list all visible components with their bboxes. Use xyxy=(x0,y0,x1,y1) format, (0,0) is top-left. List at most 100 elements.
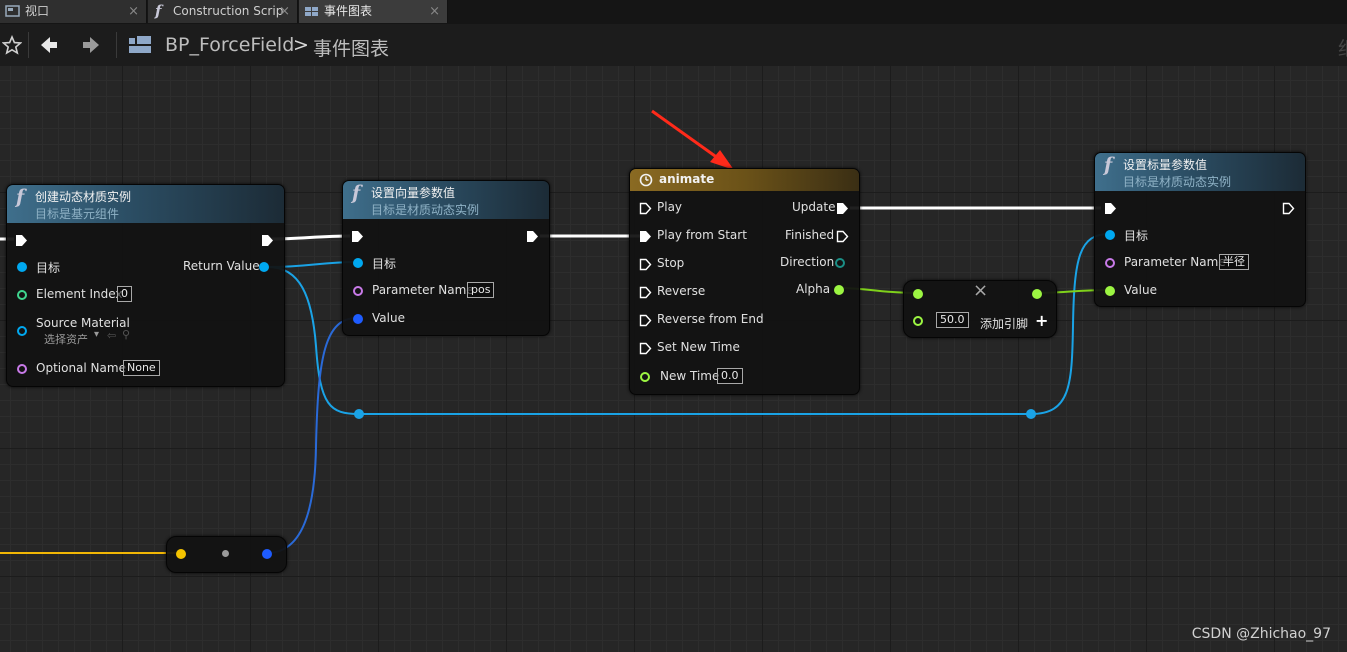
exec-play-from-start-pin[interactable] xyxy=(639,230,652,243)
close-icon[interactable]: × xyxy=(279,0,290,23)
target-label: 目标 xyxy=(1124,229,1149,243)
exec-out-pin[interactable] xyxy=(261,234,274,247)
parameter-name-pin[interactable] xyxy=(353,286,363,296)
close-icon[interactable]: × xyxy=(429,0,440,23)
node-set-scalar-parameter-value[interactable]: f 设置标量参数值 目标是材质动态实例 目标 Parameter Name 半径… xyxy=(1094,152,1306,307)
element-index-label: Element Index xyxy=(36,287,123,301)
exec-update-pin[interactable] xyxy=(836,202,849,215)
breadcrumb-separator: > xyxy=(293,34,309,56)
tab-viewport[interactable]: 视口 × xyxy=(0,0,147,23)
exec-in-pin[interactable] xyxy=(15,234,28,247)
multiply-icon: × xyxy=(973,280,989,301)
target-pin[interactable] xyxy=(17,262,27,272)
exec-out-pin[interactable] xyxy=(526,230,539,243)
target-pin[interactable] xyxy=(1105,230,1115,240)
asset-picker[interactable]: 选择资产 xyxy=(44,331,88,347)
input-reverse-from-end-label: Reverse from End xyxy=(657,312,764,326)
node-title: 设置向量参数值 xyxy=(371,186,456,200)
parameter-name-field[interactable]: 半径 xyxy=(1219,254,1249,270)
exec-reverse-from-end-pin[interactable] xyxy=(639,314,652,327)
browse-search-icon[interactable]: ⚲ xyxy=(122,328,130,341)
graph-canvas[interactable]: f 创建动态材质实例 目标是基元组件 目标 Return Value Eleme… xyxy=(0,66,1347,652)
add-pin-label[interactable]: 添加引脚 xyxy=(980,315,1028,332)
value-pin[interactable] xyxy=(1105,286,1115,296)
blueprint-graph-icon xyxy=(126,24,154,66)
node-header: f 创建动态材质实例 目标是基元组件 xyxy=(7,185,284,223)
output-finished-label: Finished xyxy=(785,228,835,242)
node-subtitle: 目标是材质动态实例 xyxy=(1123,175,1232,189)
b-input-pin[interactable] xyxy=(913,316,923,326)
tab-event-graph[interactable]: 事件图表 × xyxy=(299,0,448,23)
exec-in-pin[interactable] xyxy=(351,230,364,243)
node-title: 设置标量参数值 xyxy=(1123,158,1208,172)
b-value-field[interactable]: 50.0 xyxy=(936,312,969,328)
element-index-field[interactable]: 0 xyxy=(117,286,132,302)
node-timeline-animate[interactable]: animate Play Play from Start Stop Revers… xyxy=(629,168,860,395)
source-material-label: Source Material xyxy=(36,316,130,330)
new-time-field[interactable]: 0.0 xyxy=(717,368,743,384)
details-panel-partial-label: 细 xyxy=(1338,34,1347,61)
node-set-vector-parameter-value[interactable]: f 设置向量参数值 目标是材质动态实例 目标 Parameter Name po… xyxy=(342,180,550,336)
direction-pin[interactable] xyxy=(835,258,845,268)
tab-bar: 视口 × f Construction Scrip × 事件图表 × xyxy=(0,0,1347,24)
exec-set-new-time-pin[interactable] xyxy=(639,342,652,355)
exec-out-pin[interactable] xyxy=(1282,202,1295,215)
reroute-knot[interactable] xyxy=(354,409,364,419)
a-input-pin[interactable] xyxy=(913,289,923,299)
event-graph-icon xyxy=(305,7,318,16)
exec-play-pin[interactable] xyxy=(639,202,652,215)
value-label: Value xyxy=(372,311,405,325)
exec-finished-pin[interactable] xyxy=(836,230,849,243)
back-arrow-icon[interactable] xyxy=(36,24,62,66)
value-pin[interactable] xyxy=(353,314,363,324)
annotation-arrow xyxy=(651,109,734,170)
star-icon[interactable] xyxy=(0,24,24,66)
close-icon[interactable]: × xyxy=(128,0,139,23)
target-pin[interactable] xyxy=(353,258,363,268)
node-create-dynamic-material-instance[interactable]: f 创建动态材质实例 目标是基元组件 目标 Return Value Eleme… xyxy=(6,184,285,387)
return-value-pin[interactable] xyxy=(259,262,269,272)
return-value-label: Return Value xyxy=(183,259,260,273)
parameter-name-label: Parameter Name xyxy=(1124,255,1226,269)
optional-name-pin[interactable] xyxy=(17,364,27,374)
exec-reverse-pin[interactable] xyxy=(639,286,652,299)
chevron-down-icon[interactable]: ▾ xyxy=(94,329,99,340)
node-vector-to-struct-conversion[interactable] xyxy=(166,536,287,573)
exec-in-pin[interactable] xyxy=(1104,202,1117,215)
conversion-dot-icon xyxy=(222,550,229,557)
forward-arrow-icon[interactable] xyxy=(78,24,104,66)
node-multiply-float[interactable]: × 50.0 添加引脚 + xyxy=(903,280,1057,338)
function-icon: f xyxy=(16,186,25,208)
use-asset-arrow-icon[interactable]: ⇦ xyxy=(107,329,116,342)
graph-toolbar: BP_ForceField > 事件图表 细 xyxy=(0,24,1347,66)
tab-label: 事件图表 xyxy=(324,4,373,18)
function-icon: f xyxy=(352,182,361,204)
result-output-pin[interactable] xyxy=(1032,289,1042,299)
source-material-pin[interactable] xyxy=(17,326,27,336)
node-header: animate xyxy=(630,169,859,191)
parameter-name-label: Parameter Name xyxy=(372,283,474,297)
node-subtitle: 目标是基元组件 xyxy=(35,207,120,221)
clock-icon xyxy=(639,173,653,187)
vector-input-pin[interactable] xyxy=(176,549,186,559)
target-label: 目标 xyxy=(36,261,61,275)
node-subtitle: 目标是材质动态实例 xyxy=(371,203,480,217)
struct-output-pin[interactable] xyxy=(262,549,272,559)
parameter-name-pin[interactable] xyxy=(1105,258,1115,268)
tab-label: Construction Scrip xyxy=(173,4,284,18)
toolbar-divider xyxy=(116,32,117,58)
toolbar-divider xyxy=(28,32,29,58)
parameter-name-field[interactable]: pos xyxy=(467,282,495,298)
reroute-knot[interactable] xyxy=(1026,409,1036,419)
output-update-label: Update xyxy=(792,200,836,214)
alpha-pin[interactable] xyxy=(834,285,844,295)
new-time-pin[interactable] xyxy=(640,372,650,382)
tab-label: 视口 xyxy=(25,4,50,18)
tab-construction-script[interactable]: f Construction Scrip × xyxy=(148,0,298,23)
value-label: Value xyxy=(1124,283,1157,297)
optional-name-field[interactable]: None xyxy=(123,360,160,376)
breadcrumb-root[interactable]: BP_ForceField xyxy=(165,34,294,56)
exec-stop-pin[interactable] xyxy=(639,258,652,271)
add-pin-icon[interactable]: + xyxy=(1035,311,1048,330)
element-index-pin[interactable] xyxy=(17,290,27,300)
